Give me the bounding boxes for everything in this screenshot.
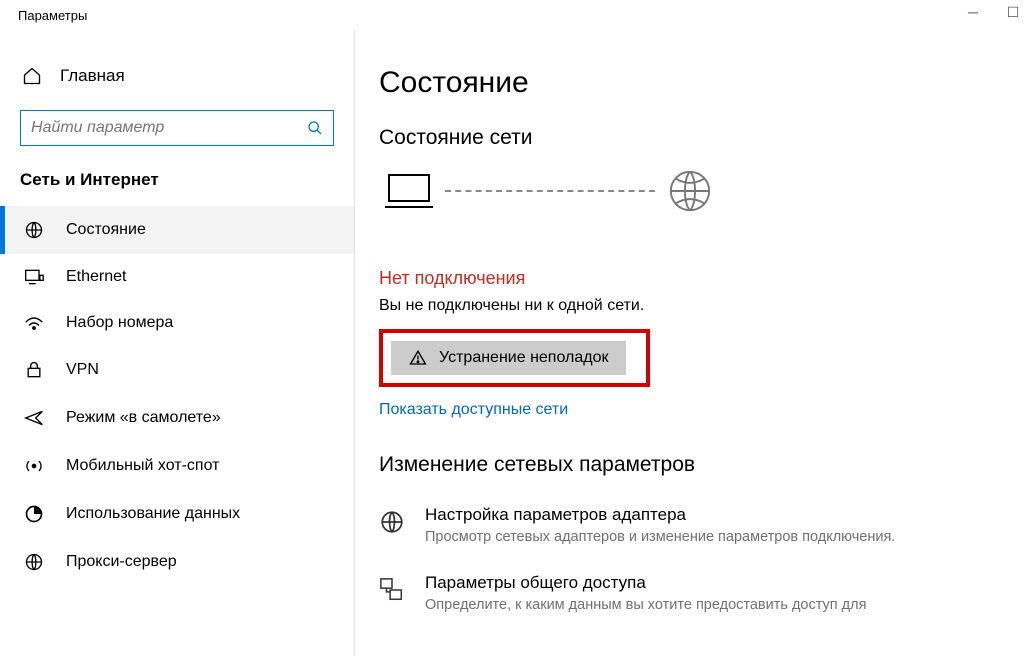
warning-icon <box>409 349 427 367</box>
sharing-icon <box>379 573 407 613</box>
network-diagram <box>379 168 1007 214</box>
home-icon <box>22 66 42 86</box>
no-connection-title: Нет подключения <box>379 268 1007 289</box>
change-settings-heading: Изменение сетевых параметров <box>379 453 1007 477</box>
computer-icon <box>385 171 433 211</box>
show-networks-link[interactable]: Показать доступные сети <box>379 401 1007 419</box>
vpn-icon <box>24 360 46 380</box>
dialup-icon <box>24 315 46 331</box>
title-bar: Параметры <box>0 0 1031 30</box>
connection-line <box>445 190 655 192</box>
nav-label: Набор номера <box>66 314 173 332</box>
status-icon <box>24 220 46 240</box>
sidebar: Главная Сеть и Интернет Состояние Ethern… <box>0 30 355 656</box>
nav-dialup[interactable]: Набор номера <box>0 300 354 346</box>
option-sharing-settings[interactable]: Параметры общего доступа Определите, к к… <box>379 573 1007 613</box>
nav-label: Ethernet <box>66 268 126 286</box>
option-title: Настройка параметров адаптера <box>425 505 895 525</box>
nav-label: Режим «в самолете» <box>66 409 221 427</box>
option-desc: Определите, к каким данным вы хотите пре… <box>425 597 866 613</box>
globe-icon <box>667 168 713 214</box>
sidebar-section-title: Сеть и Интернет <box>0 166 354 206</box>
nav-datausage[interactable]: Использование данных <box>0 490 354 538</box>
troubleshoot-label: Устранение неполадок <box>439 349 608 367</box>
nav-hotspot[interactable]: Мобильный хот-спот <box>0 442 354 490</box>
troubleshoot-highlight: Устранение неполадок <box>379 329 650 387</box>
nav-label: Прокси-сервер <box>66 553 177 571</box>
window-controls: ─ ☐ <box>963 4 1023 21</box>
page-title: Состояние <box>379 66 1007 100</box>
option-desc: Просмотр сетевых адаптеров и изменение п… <box>425 529 895 545</box>
nav-vpn[interactable]: VPN <box>0 346 354 394</box>
proxy-icon <box>24 552 46 572</box>
nav-proxy[interactable]: Прокси-сервер <box>0 538 354 586</box>
nav-label: Использование данных <box>66 505 240 523</box>
window-title: Параметры <box>18 8 87 23</box>
nav-ethernet[interactable]: Ethernet <box>0 254 354 300</box>
option-title: Параметры общего доступа <box>425 573 866 593</box>
nav-label: VPN <box>66 361 99 379</box>
search-input[interactable] <box>31 119 307 137</box>
hotspot-icon <box>24 456 46 476</box>
nav-label: Мобильный хот-спот <box>66 457 219 475</box>
nav-status[interactable]: Состояние <box>0 206 354 254</box>
airplane-icon <box>24 408 46 428</box>
search-box[interactable] <box>20 110 334 146</box>
nav-airplane[interactable]: Режим «в самолете» <box>0 394 354 442</box>
adapter-icon <box>379 505 407 545</box>
minimize-button[interactable]: ─ <box>963 4 983 21</box>
home-nav[interactable]: Главная <box>0 66 354 110</box>
no-connection-msg: Вы не подключены ни к одной сети. <box>379 297 1007 315</box>
home-label: Главная <box>60 66 125 86</box>
datausage-icon <box>24 504 46 524</box>
search-icon <box>307 120 323 136</box>
main-content: Состояние Состояние сети Нет подключения… <box>355 30 1031 656</box>
ethernet-icon <box>24 268 46 286</box>
maximize-button[interactable]: ☐ <box>1003 4 1023 21</box>
option-adapter-settings[interactable]: Настройка параметров адаптера Просмотр с… <box>379 505 1007 545</box>
troubleshoot-button[interactable]: Устранение неполадок <box>391 341 626 375</box>
nav-label: Состояние <box>66 221 146 239</box>
network-status-heading: Состояние сети <box>379 126 1007 150</box>
